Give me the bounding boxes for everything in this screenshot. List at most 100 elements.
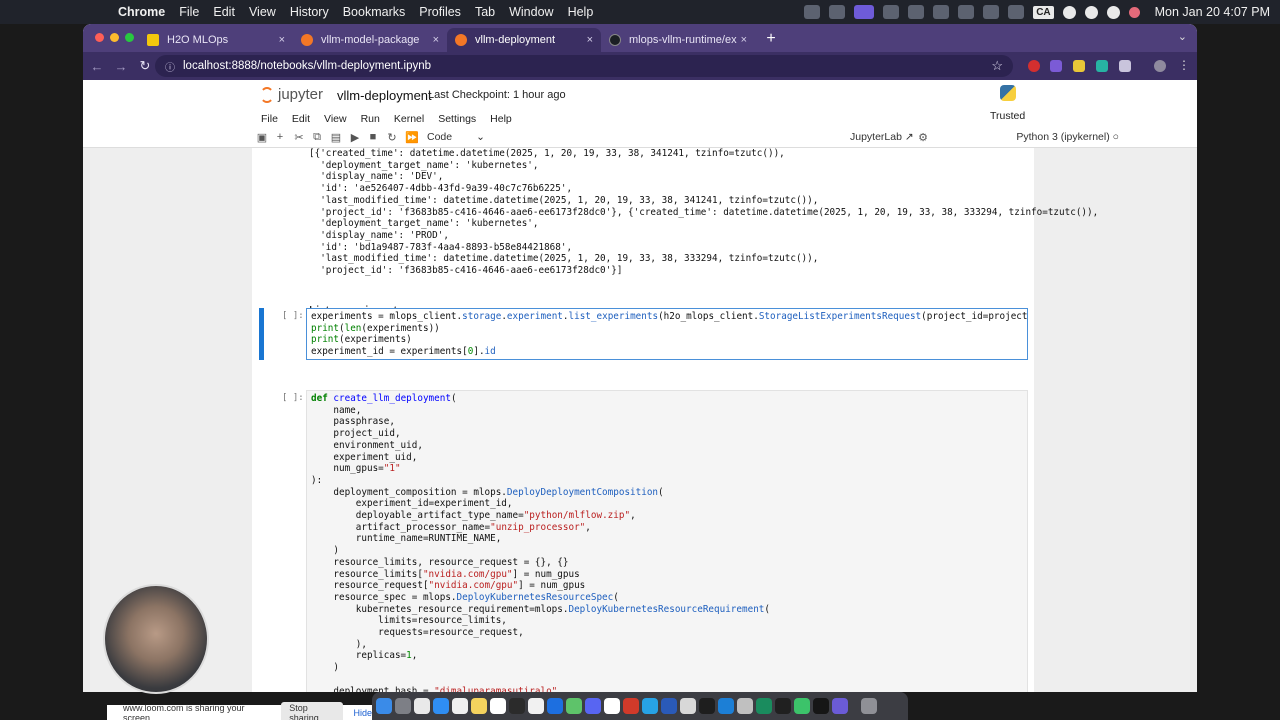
simulator-icon[interactable] bbox=[737, 698, 753, 714]
jupyter-logo[interactable]: jupyter bbox=[260, 86, 323, 103]
tab-vllm-deployment[interactable]: vllm-deployment × bbox=[447, 28, 601, 52]
close-tab-icon[interactable]: × bbox=[587, 34, 593, 46]
code-cell-create-llm-deployment[interactable]: def create_llm_deployment( name, passphr… bbox=[306, 390, 1028, 692]
pycharm-icon[interactable] bbox=[756, 698, 772, 714]
discord-icon[interactable] bbox=[585, 698, 601, 714]
profile-avatar-icon[interactable] bbox=[1154, 60, 1166, 72]
datagrip-icon[interactable] bbox=[775, 698, 791, 714]
menu-file[interactable]: File bbox=[179, 5, 199, 19]
jp-menu-view[interactable]: View bbox=[324, 113, 347, 125]
app-store-icon[interactable] bbox=[433, 698, 449, 714]
zoom-app-icon[interactable] bbox=[547, 698, 563, 714]
insert-cell-icon[interactable]: + bbox=[274, 131, 286, 143]
restart-kernel-icon[interactable]: ↻ bbox=[386, 131, 398, 144]
tab-mlops-vllm-runtime[interactable]: mlops-vllm-runtime/example × bbox=[601, 28, 755, 52]
text-editor-icon[interactable] bbox=[680, 698, 696, 714]
site-info-icon[interactable]: ⓘ bbox=[165, 59, 175, 74]
spotlight-search-icon[interactable] bbox=[1084, 5, 1098, 19]
status-app-icon[interactable] bbox=[804, 5, 821, 19]
wifi-icon[interactable] bbox=[1062, 5, 1076, 19]
menu-help[interactable]: Help bbox=[568, 5, 594, 19]
back-arrow-icon[interactable]: ← bbox=[85, 59, 109, 74]
cell-type-select[interactable]: Code ⌄ bbox=[427, 131, 485, 143]
extension-red-icon[interactable] bbox=[1028, 60, 1040, 72]
forward-arrow-icon[interactable]: → bbox=[109, 59, 133, 74]
hide-sharing-bar-button[interactable]: Hide bbox=[353, 708, 372, 718]
status-box-icon[interactable] bbox=[958, 5, 975, 19]
menu-tab[interactable]: Tab bbox=[475, 5, 495, 19]
bookmark-star-icon[interactable]: ☆ bbox=[991, 58, 1003, 74]
control-center-icon[interactable] bbox=[1106, 5, 1120, 19]
siri-icon[interactable] bbox=[1128, 6, 1140, 18]
run-cell-icon[interactable]: ▶ bbox=[349, 131, 361, 144]
new-tab-button[interactable]: + bbox=[759, 28, 783, 52]
status-github-icon[interactable] bbox=[908, 5, 925, 19]
browser-menu-icon[interactable]: ⋮ bbox=[1178, 59, 1190, 72]
volume-icon[interactable] bbox=[933, 5, 950, 19]
jp-menu-run[interactable]: Run bbox=[361, 113, 380, 125]
minimize-window-icon[interactable] bbox=[110, 33, 119, 42]
jp-menu-help[interactable]: Help bbox=[490, 113, 512, 125]
menu-bookmarks[interactable]: Bookmarks bbox=[343, 5, 406, 19]
zoom-window-icon[interactable] bbox=[125, 33, 134, 42]
extension-teal-icon[interactable] bbox=[1096, 60, 1108, 72]
run-all-icon[interactable]: ⏩ bbox=[405, 131, 419, 144]
git-client-icon[interactable] bbox=[623, 698, 639, 714]
settings-gear-icon[interactable]: ⚙ bbox=[917, 131, 929, 144]
vscode-icon[interactable] bbox=[718, 698, 734, 714]
paste-icon[interactable]: ▤ bbox=[330, 131, 342, 144]
menu-view[interactable]: View bbox=[249, 5, 276, 19]
menu-window[interactable]: Window bbox=[509, 5, 553, 19]
chrome-icon[interactable] bbox=[566, 698, 582, 714]
extensions-puzzle-icon[interactable] bbox=[1119, 60, 1131, 72]
slack-icon[interactable] bbox=[604, 698, 620, 714]
photos-icon[interactable] bbox=[528, 698, 544, 714]
jp-menu-kernel[interactable]: Kernel bbox=[394, 113, 424, 125]
safari-icon[interactable] bbox=[414, 698, 430, 714]
status-drive-icon[interactable] bbox=[983, 5, 1000, 19]
code-cell-list-experiments[interactable]: experiments = mlops_client.storage.exper… bbox=[306, 308, 1028, 360]
extension-yellow-icon[interactable] bbox=[1073, 60, 1085, 72]
notebook-title[interactable]: vllm-deployment bbox=[337, 88, 432, 103]
terminal-icon[interactable] bbox=[699, 698, 715, 714]
url-text[interactable]: localhost:8888/notebooks/vllm-deployment… bbox=[183, 60, 431, 72]
close-tab-icon[interactable]: × bbox=[279, 34, 285, 46]
launchpad-icon[interactable] bbox=[395, 698, 411, 714]
address-bar[interactable]: ⓘ localhost:8888/notebooks/vllm-deployme… bbox=[155, 55, 1013, 77]
jupyterlab-link[interactable]: JupyterLab ↗ bbox=[850, 131, 914, 143]
close-tab-icon[interactable]: × bbox=[433, 34, 439, 46]
tab-search-chevron-icon[interactable]: ⌄ bbox=[1178, 30, 1187, 43]
menubar-clock[interactable]: Mon Jan 20 4:07 PM bbox=[1155, 5, 1270, 19]
notes-icon[interactable] bbox=[471, 698, 487, 714]
github-desktop-icon[interactable] bbox=[509, 698, 525, 714]
webcam-overlay[interactable] bbox=[103, 584, 209, 694]
jp-menu-settings[interactable]: Settings bbox=[438, 113, 476, 125]
status-screen-icon[interactable] bbox=[854, 5, 875, 19]
status-sync-icon[interactable] bbox=[883, 5, 900, 19]
status-cloud-icon[interactable] bbox=[1008, 5, 1025, 19]
menu-profiles[interactable]: Profiles bbox=[419, 5, 461, 19]
close-tab-icon[interactable]: × bbox=[741, 34, 747, 46]
tab-vllm-model-package[interactable]: vllm-model-package × bbox=[293, 28, 447, 52]
input-source-badge[interactable]: CA bbox=[1033, 5, 1054, 19]
stop-sharing-button[interactable]: Stop sharing bbox=[281, 701, 344, 720]
preview-icon[interactable] bbox=[661, 698, 677, 714]
reload-icon[interactable]: ↻ bbox=[133, 58, 157, 74]
jp-menu-edit[interactable]: Edit bbox=[292, 113, 310, 125]
kernel-status[interactable]: Python 3 (ipykernel) ○ bbox=[1016, 131, 1119, 143]
status-leaf-icon[interactable] bbox=[829, 5, 846, 19]
tab-h2o-mlops[interactable]: H2O MLOps × bbox=[139, 28, 293, 52]
webstorm-icon[interactable] bbox=[832, 698, 848, 714]
close-window-icon[interactable] bbox=[95, 33, 104, 42]
jp-menu-file[interactable]: File bbox=[261, 113, 278, 125]
extension-purple-icon[interactable] bbox=[1050, 60, 1062, 72]
save-icon[interactable]: ▣ bbox=[256, 131, 268, 144]
cut-icon[interactable]: ✂ bbox=[293, 131, 305, 144]
finder-icon[interactable] bbox=[376, 698, 392, 714]
menu-app-name[interactable]: Chrome bbox=[118, 5, 165, 19]
stop-kernel-icon[interactable]: ■ bbox=[367, 131, 379, 143]
menu-edit[interactable]: Edit bbox=[213, 5, 235, 19]
calendar-icon[interactable] bbox=[452, 698, 468, 714]
copy-icon[interactable]: ⧉ bbox=[311, 131, 323, 144]
reminders-icon[interactable] bbox=[490, 698, 506, 714]
